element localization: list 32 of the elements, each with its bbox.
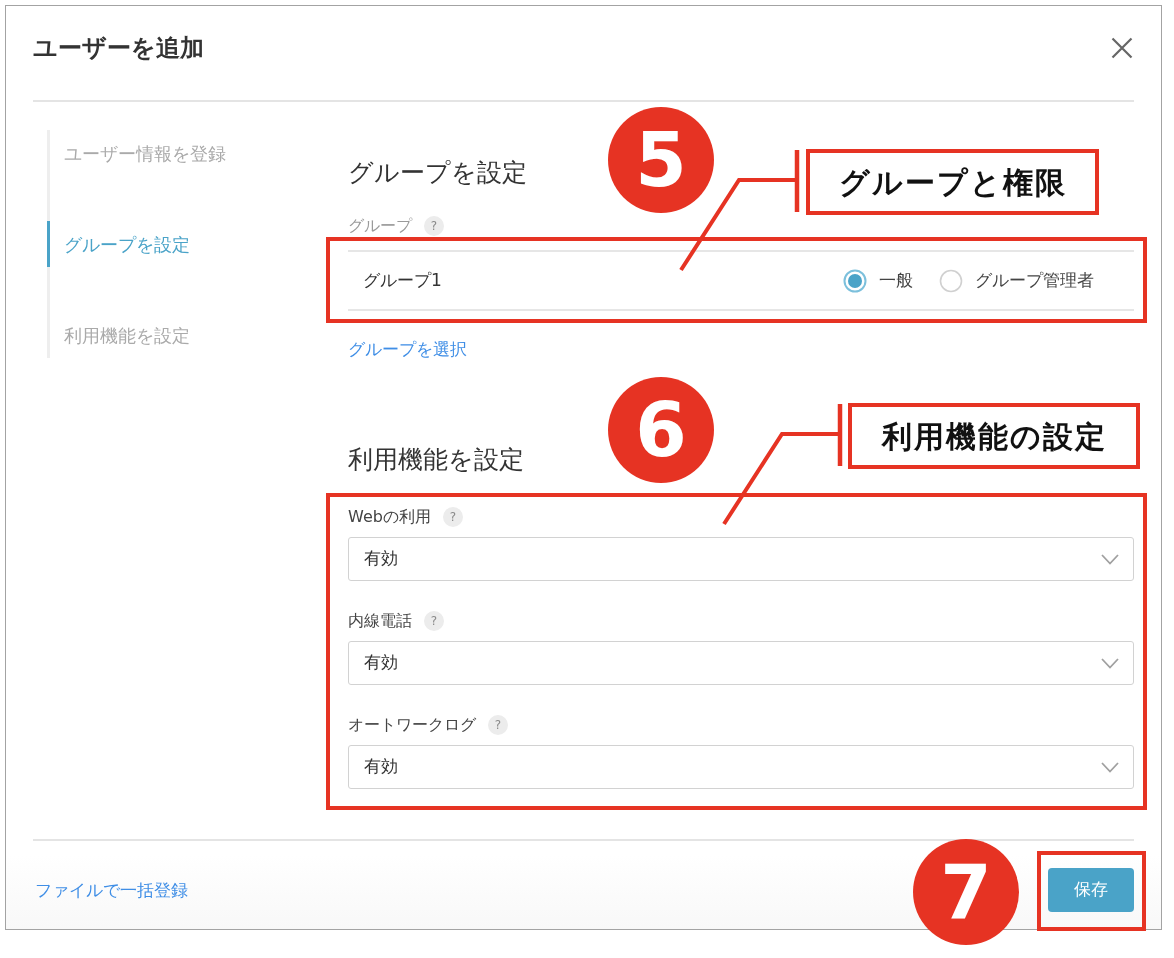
field-label: グループ (348, 215, 412, 237)
help-icon[interactable]: ? (424, 216, 444, 236)
field-label: 内線電話 (348, 610, 412, 632)
select-field[interactable]: 有効 (348, 641, 1134, 685)
help-icon[interactable]: ? (442, 507, 463, 527)
dialog-title: ユーザーを追加 (33, 33, 204, 64)
save-button[interactable]: 保存 (1048, 868, 1134, 912)
callout-label: グループと権限 (806, 149, 1099, 215)
role-radio-option[interactable]: 一般 (843, 267, 913, 294)
field-label: オートワークログ (348, 714, 476, 736)
section-heading: グループを設定 (348, 157, 527, 189)
close-icon (1111, 37, 1133, 59)
help-icon[interactable]: ? (424, 611, 444, 631)
field-label: Webの利用 (348, 506, 431, 528)
group-name: グループ1 (363, 268, 442, 292)
bulk-register-link[interactable]: ファイルで一括登録 (35, 878, 188, 902)
step-nav-item[interactable]: ユーザー情報を登録 (47, 130, 287, 176)
select-field[interactable]: 有効 (348, 537, 1134, 581)
radio-icon[interactable] (843, 268, 867, 293)
callout-label: 利用機能の設定 (848, 403, 1140, 469)
step-nav-item[interactable]: グループを設定 (47, 221, 287, 267)
select-group-link[interactable]: グループを選択 (348, 337, 467, 361)
chevron-down-icon (1101, 761, 1119, 773)
role-radio-option[interactable]: グループ管理者 (939, 267, 1094, 294)
section-heading: 利用機能を設定 (348, 444, 524, 476)
radio-icon[interactable] (939, 268, 963, 293)
select-field[interactable]: 有効 (348, 745, 1134, 789)
chevron-down-icon (1101, 657, 1119, 669)
chevron-down-icon (1101, 553, 1119, 565)
step-nav-item[interactable]: 利用機能を設定 (47, 312, 287, 358)
help-icon[interactable]: ? (488, 715, 508, 735)
close-button[interactable] (1111, 37, 1133, 59)
